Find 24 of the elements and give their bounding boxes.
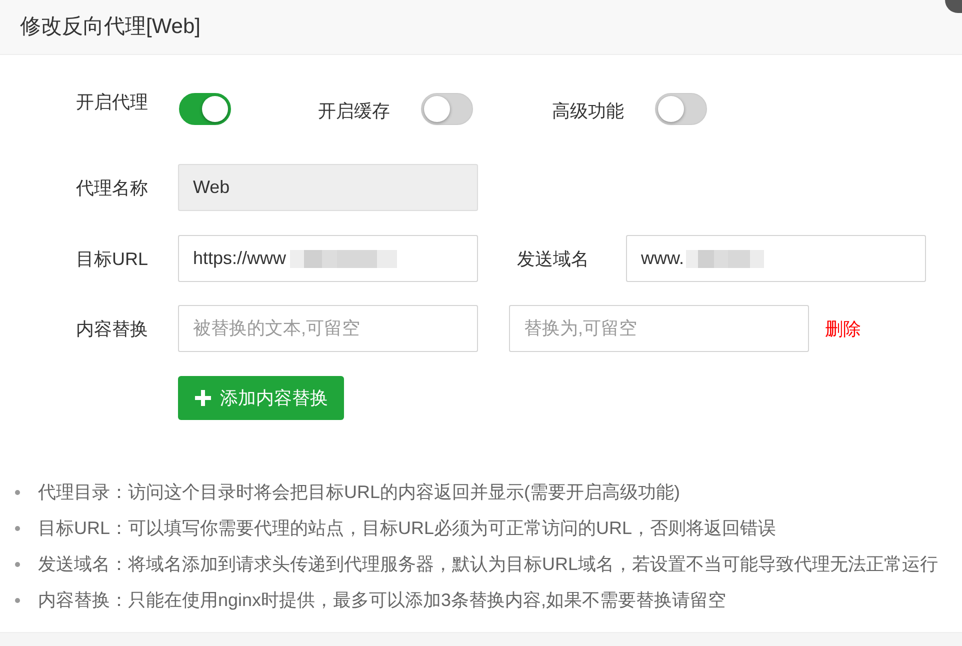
- field-label: 目标URL: [74, 248, 148, 270]
- toggle-switch[interactable]: [655, 93, 707, 125]
- send-domain-field[interactable]: www.: [626, 235, 926, 282]
- help-note: 发送域名：将域名添加到请求头传递到代理服务器，默认为目标URL域名，若设置不当可能导致代理无法正常运行: [38, 553, 938, 576]
- dialog-title: 修改反向代理[Web]: [20, 14, 200, 40]
- field-label: 发送域名: [517, 248, 589, 270]
- bullet-icon: [15, 526, 20, 530]
- help-note: 内容替换：只能在使用nginx时提供，最多可以添加3条替换内容,如果不需要替换请留空: [38, 589, 726, 612]
- bullet-icon: [15, 490, 20, 494]
- help-note: 代理目录：访问这个目录时将会把目标URL的内容返回并显示(需要开启高级功能): [38, 481, 680, 504]
- toggle-switch[interactable]: [179, 93, 231, 125]
- toggle-switch[interactable]: [421, 93, 473, 125]
- field-label: 内容替换: [75, 318, 148, 340]
- find-text-field[interactable]: 被替换的文本,可留空: [178, 305, 478, 352]
- bullet-icon: [15, 562, 20, 566]
- field-label: 开启缓存: [318, 100, 390, 123]
- field-label: 代理名称: [75, 176, 148, 200]
- help-note: 目标URL：可以填写你需要代理的站点，目标URL必须为可正常访问的URL，否则将返回错误: [38, 517, 776, 540]
- field-label: 开启代理: [75, 91, 148, 114]
- replace-text-field[interactable]: 替换为,可留空: [509, 305, 809, 352]
- bullet-icon: [15, 598, 20, 602]
- field-label: 高级功能: [552, 100, 624, 123]
- plus-icon: [195, 390, 211, 406]
- delete-link[interactable]: 删除: [825, 316, 861, 340]
